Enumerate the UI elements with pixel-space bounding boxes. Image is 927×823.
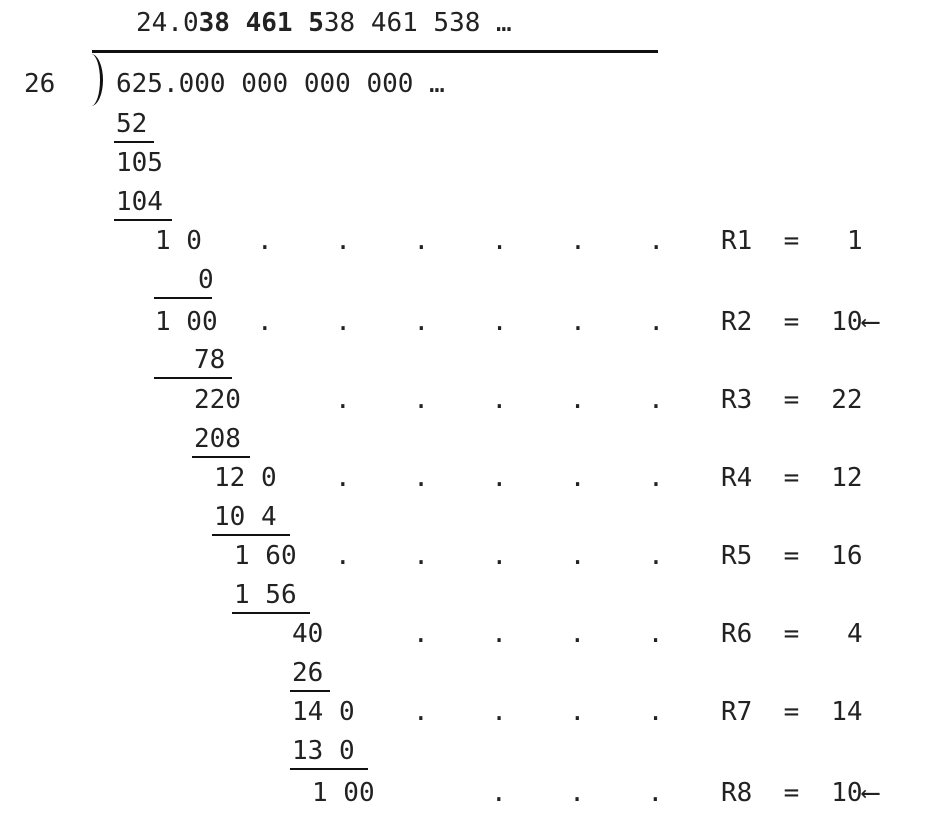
underline-52 [114,141,154,143]
remainder-label: R6 [721,619,753,649]
leader-dots-8: . . . [491,778,664,808]
remainder-value: 14 [831,697,863,727]
leader-dots-7: . . . . [413,697,664,727]
remainder-label: R4 [721,463,753,493]
remainder-row: R8 = 10⟵ [721,780,878,806]
remainder-row: R4 = 12 [721,465,863,491]
leader-dots-4: . . . . . [335,463,664,493]
remainder-value: 10 [831,778,863,808]
divisor: 26 [24,69,56,99]
long-division-diagram: 24.038 461 538 461 538 … 26 625.000 000 … [0,0,927,823]
step-78: 78 [194,345,226,375]
step-104: 104 [116,187,163,217]
remainder-label: R1 [721,226,753,256]
leader-dots-6: . . . . [413,619,664,649]
quotient-lead: 24.0 [136,8,199,38]
step-26: 26 [292,658,324,688]
step-1-60: 1 60 [234,541,297,571]
step-14-0: 14 0 [292,697,355,727]
quotient-tail: 38 461 538 … [323,8,512,38]
remainder-label: R3 [721,385,753,415]
remainder-label: R7 [721,697,753,727]
remainder-equals: = [783,307,800,337]
underline-78 [154,377,232,379]
remainder-equals: = [783,463,800,493]
remainder-row: R2 = 10⟵ [721,309,878,335]
remainder-row: R6 = 4 [721,621,863,647]
step-0: 0 [198,265,214,295]
step-220: 220 [194,385,241,415]
remainder-equals: = [783,541,800,571]
remainder-row: R5 = 16 [721,543,863,569]
remainder-equals: = [783,697,800,727]
underline-104 [114,219,172,221]
underline-26 [290,690,330,692]
remainder-label: R5 [721,541,753,571]
leader-dots-1: . . . . . . [257,226,664,256]
remainder-equals: = [783,619,800,649]
step-12-0: 12 0 [214,463,277,493]
remainder-equals: = [783,385,800,415]
division-bracket [86,54,103,106]
step-40: 40 [292,619,324,649]
step-1-00-final: 1 00 [312,778,375,808]
repeat-arrow-icon: ⟵ [862,778,879,808]
underline-1-56 [232,612,310,614]
underline-10-4 [212,534,290,536]
leader-dots-2: . . . . . . [257,307,664,337]
remainder-label: R8 [721,778,753,808]
remainder-row: R1 = 1 [721,228,863,254]
underline-13-0 [290,768,368,770]
step-10-4: 10 4 [214,502,277,532]
leader-dots-3: . . . . . [335,385,664,415]
step-208: 208 [194,424,241,454]
remainder-value: 12 [831,463,863,493]
remainder-label: R2 [721,307,753,337]
step-1-00: 1 00 [155,307,218,337]
remainder-value: 22 [831,385,863,415]
step-1-56: 1 56 [234,580,297,610]
step-13-0: 13 0 [292,736,355,766]
repeat-arrow-icon: ⟵ [862,307,879,337]
remainder-value: 16 [831,541,863,571]
dividend: 625.000 000 000 000 … [116,69,445,99]
step-52: 52 [116,109,148,139]
remainder-row: R3 = 22 [721,387,863,413]
underline-0 [154,297,212,299]
leader-dots-5: . . . . . [335,541,664,571]
quotient-repeating-bold: 38 461 5 [198,8,324,38]
division-bar [92,50,658,53]
remainder-row: R7 = 14 [721,699,863,725]
remainder-value: 4 [846,619,863,649]
remainder-equals: = [783,778,800,808]
remainder-equals: = [783,226,800,256]
underline-208 [192,456,250,458]
remainder-value: 1 [846,226,863,256]
step-1-0: 1 0 [155,226,202,256]
remainder-value: 10 [831,307,863,337]
step-105: 105 [116,148,163,178]
quotient: 24.038 461 538 461 538 … [136,10,512,36]
